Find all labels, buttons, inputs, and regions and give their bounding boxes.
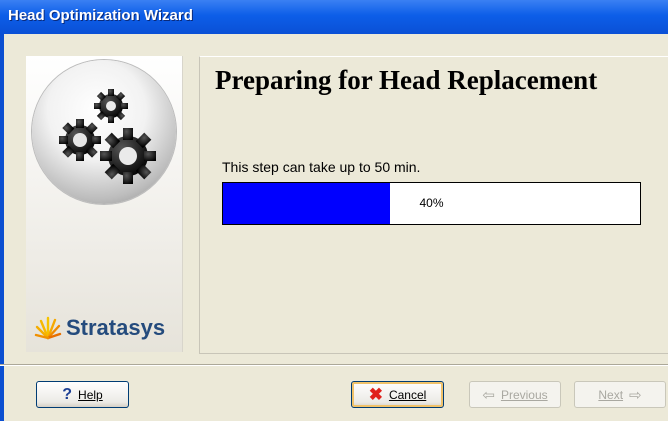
question-mark-icon: ? [62,385,73,403]
previous-button[interactable]: ⇦ Previous [469,381,561,408]
sidebar: Stratasys [26,56,183,352]
red-x-icon: ✖ [368,384,383,404]
next-button[interactable]: Next ⇨ [574,381,666,408]
footer-divider [0,364,668,366]
cancel-button[interactable]: ✖ Cancel [351,381,444,408]
next-button-label: Next [598,387,624,402]
title-bar[interactable]: Head Optimization Wizard [0,0,668,34]
help-button[interactable]: ? Help [36,381,129,408]
help-button-label: Help [78,387,103,402]
stratasys-logo-icon [34,316,62,340]
progress-bar: 40% [222,182,641,225]
progress-label: 40% [419,196,444,210]
brand-name: Stratasys [66,315,166,340]
window-title: Head Optimization Wizard [8,7,193,24]
gears-icon [32,60,176,204]
forward-arrow-icon: ⇨ [629,386,642,404]
cancel-button-label: Cancel [388,387,427,402]
step-description: This step can take up to 50 min. [222,159,421,175]
page-title: Preparing for Head Replacement [215,65,598,95]
back-arrow-icon: ⇦ [482,386,495,404]
brand-logo: Stratasys [34,314,165,342]
previous-button-label: Previous [500,387,548,402]
